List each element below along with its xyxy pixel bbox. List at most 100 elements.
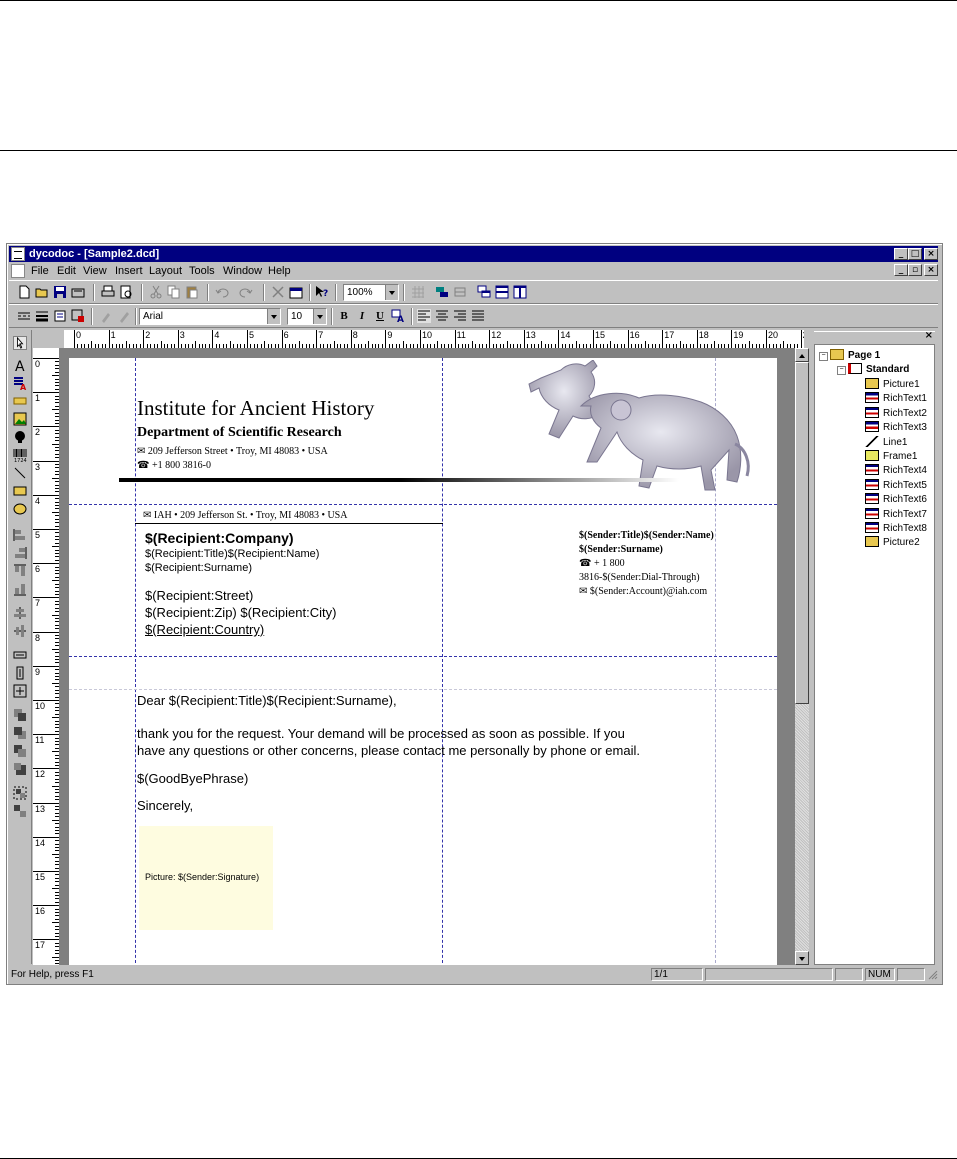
ungroup-icon[interactable] [13, 804, 27, 818]
doc-restore-button[interactable]: ▫ [908, 264, 922, 276]
tree-item[interactable]: RichText3 [865, 421, 927, 435]
print-preview-icon[interactable] [119, 285, 133, 299]
print-icon[interactable] [101, 285, 115, 299]
bold-button[interactable]: B [337, 309, 351, 323]
open-folder-icon[interactable] [35, 285, 49, 299]
collapse-icon[interactable]: − [819, 352, 828, 361]
group-icon[interactable] [13, 786, 27, 800]
save-icon[interactable] [53, 285, 67, 299]
tree-page-node[interactable]: − Page 1 [819, 349, 880, 363]
copy-icon[interactable] [167, 285, 181, 299]
tree-item[interactable]: RichText5 [865, 478, 927, 493]
underline-button[interactable]: U [373, 309, 387, 323]
body-line-2[interactable]: have any questions or other concerns, pl… [137, 743, 640, 758]
sender-return-line[interactable]: ✉ IAH • 209 Jefferson St. • Troy, MI 480… [143, 510, 347, 521]
tree-item[interactable]: Frame1 [865, 450, 917, 464]
new-document-icon[interactable] [17, 285, 31, 299]
border-color-icon[interactable] [71, 309, 85, 323]
align-right-objects-icon[interactable] [13, 546, 27, 560]
properties-icon[interactable] [289, 285, 303, 299]
app-icon[interactable] [11, 247, 25, 261]
text-tool-icon[interactable]: A [13, 358, 27, 372]
maximize-button[interactable]: □ [908, 248, 922, 260]
delete-icon[interactable] [271, 285, 285, 299]
vertical-scrollbar[interactable] [795, 348, 809, 965]
line-style-icon[interactable] [17, 309, 31, 323]
recipient-street[interactable]: $(Recipient:Street) [145, 588, 253, 603]
address-line[interactable]: ✉ 209 Jefferson Street • Troy, MI 48083 … [137, 446, 328, 457]
undo-icon[interactable] [215, 285, 229, 299]
rectangle-tool-icon[interactable] [13, 484, 27, 498]
zoom-combo[interactable]: 100% [343, 284, 399, 301]
menu-layout[interactable]: Layout [149, 263, 182, 279]
collapse-icon[interactable]: − [837, 366, 846, 375]
richtext-tool-icon[interactable]: A [13, 376, 27, 390]
bring-front-icon[interactable] [435, 285, 449, 299]
document-icon[interactable] [11, 264, 25, 278]
line-tool-icon[interactable] [13, 466, 27, 480]
align-right-icon[interactable] [453, 309, 467, 323]
department-name[interactable]: Department of Scientific Research [137, 425, 342, 441]
goodbye-phrase[interactable]: $(GoodByePhrase) [137, 771, 248, 786]
chevron-down-icon[interactable] [313, 309, 326, 324]
tree-item[interactable]: RichText4 [865, 464, 927, 478]
italic-button[interactable]: I [355, 309, 369, 323]
scroll-up-button[interactable] [795, 348, 809, 362]
tree-item[interactable]: RichText1 [865, 392, 927, 406]
phone-line[interactable]: ☎ +1 800 3816-0 [137, 460, 211, 471]
eraser-icon[interactable] [117, 309, 131, 323]
tree-item[interactable]: Picture2 [865, 536, 920, 550]
document-canvas[interactable]: Institute for Ancient History Department… [59, 348, 795, 965]
align-objects-icon[interactable] [453, 285, 467, 299]
cut-icon[interactable] [149, 285, 163, 299]
select-arrow-icon[interactable] [13, 336, 27, 350]
sender-email[interactable]: ✉ $(Sender:Account)@iah.com [579, 586, 707, 597]
align-bottom-objects-icon[interactable] [13, 582, 27, 596]
tree-item[interactable]: RichText7 [865, 507, 927, 522]
tree-layer-node[interactable]: − Standard [837, 363, 909, 377]
scroll-thumb[interactable] [795, 362, 809, 704]
same-height-icon[interactable] [13, 666, 27, 680]
fill-color-icon[interactable] [53, 309, 67, 323]
recipient-country[interactable]: $(Recipient:Country) [145, 622, 264, 637]
sender-title-name[interactable]: $(Sender:Title)$(Sender:Name) [579, 530, 714, 541]
salutation[interactable]: Dear $(Recipient:Title)$(Recipient:Surna… [137, 693, 397, 708]
tile-horizontal-icon[interactable] [495, 285, 509, 299]
recipient-zip-city[interactable]: $(Recipient:Zip) $(Recipient:City) [145, 605, 336, 620]
close-icon[interactable]: × [925, 330, 933, 341]
forward-one-icon[interactable] [13, 744, 27, 758]
tree-item[interactable]: RichText6 [865, 493, 927, 507]
sender-phone[interactable]: ☎ + 1 800 [579, 558, 625, 569]
bring-to-front-icon[interactable] [13, 708, 27, 722]
same-width-icon[interactable] [13, 648, 27, 662]
menu-tools[interactable]: Tools [189, 263, 215, 279]
title-bar[interactable]: dycodoc - [Sample2.dcd] _ □ × [9, 246, 938, 262]
tile-vertical-icon[interactable] [513, 285, 527, 299]
ruler-tool-icon[interactable] [13, 394, 27, 408]
same-size-icon[interactable] [13, 684, 27, 698]
doc-minimize-button[interactable]: _ [894, 264, 908, 276]
paste-icon[interactable] [185, 285, 199, 299]
context-help-icon[interactable]: ? [315, 285, 329, 299]
line1-gradient-rule[interactable] [119, 478, 679, 482]
recipient-surname[interactable]: $(Recipient:Surname) [145, 562, 252, 574]
chevron-down-icon[interactable] [385, 285, 398, 300]
font-name-combo[interactable]: Arial [139, 308, 281, 325]
recipient-company[interactable]: $(Recipient:Company) [145, 530, 294, 546]
sender-dial-through[interactable]: 3816-$(Sender:Dial-Through) [579, 572, 700, 583]
sincerely[interactable]: Sincerely, [137, 798, 193, 813]
menu-help[interactable]: Help [268, 263, 291, 279]
doc-close-button[interactable]: × [924, 264, 938, 276]
align-left-icon[interactable] [417, 309, 431, 323]
font-size-combo[interactable]: 10 [287, 308, 327, 325]
text-color-icon[interactable]: A [391, 309, 405, 323]
send-to-back-icon[interactable] [13, 726, 27, 740]
body-line-1[interactable]: thank you for the request. Your demand w… [137, 726, 625, 741]
center-horizontal-icon[interactable] [13, 606, 27, 620]
menu-file[interactable]: File [31, 263, 49, 279]
close-button[interactable]: × [924, 248, 938, 260]
redo-icon[interactable] [239, 285, 253, 299]
tree-item[interactable]: RichText8 [865, 522, 927, 536]
ellipse-tool-icon[interactable] [13, 502, 27, 516]
chevron-down-icon[interactable] [267, 309, 280, 324]
